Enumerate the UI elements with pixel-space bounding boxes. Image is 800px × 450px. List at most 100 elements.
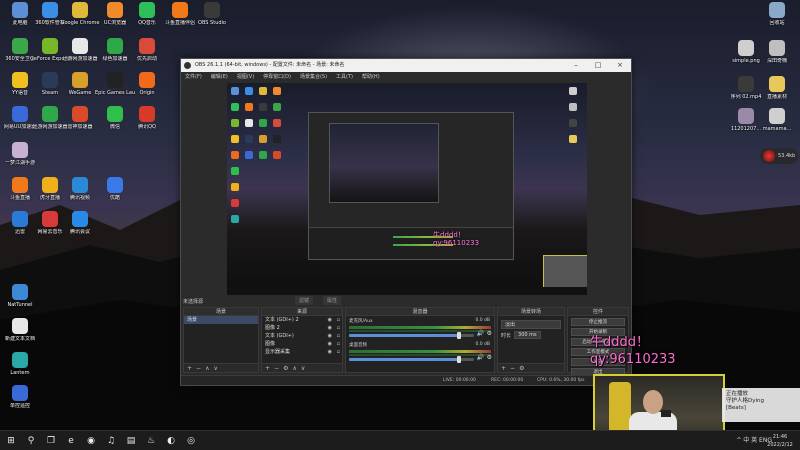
obs-preview-canvas[interactable]: 牛dddd！ qy:96110233	[227, 83, 587, 295]
eye-icon[interactable]: ◉	[328, 324, 332, 332]
menu-docks[interactable]: 停靠窗口(D)	[263, 72, 291, 82]
lock-icon[interactable]: ▫	[337, 332, 340, 340]
obs-window[interactable]: OBS 26.1.1 (64-bit, windows) - 配置文件: 未命名…	[180, 58, 632, 386]
chrome-taskbar-icon[interactable]: ◉	[84, 434, 98, 448]
desktop-icon[interactable]: 深田奇楠	[757, 40, 797, 64]
search-icon[interactable]: ⚲	[24, 434, 38, 448]
desktop-icon[interactable]: 优酷	[95, 177, 135, 201]
desktop-icon[interactable]: 迅游网游加速器	[60, 38, 100, 62]
menu-view[interactable]: 视图(V)	[237, 72, 254, 82]
desktop-icon[interactable]: 直播素材	[757, 76, 797, 100]
desktop-icon[interactable]: 优先启动	[127, 38, 167, 62]
network-speed-widget[interactable]: 53.4kb	[760, 148, 798, 164]
transition-settings-icon[interactable]: ⚙	[519, 365, 528, 372]
lock-icon[interactable]: ▫	[337, 316, 340, 324]
lock-icon[interactable]: ▫	[337, 340, 340, 348]
preview-desktop-icon	[259, 103, 267, 111]
eye-icon[interactable]: ◉	[328, 348, 332, 356]
transition-select[interactable]: 淡出	[501, 320, 561, 329]
menu-help[interactable]: 帮助(H)	[362, 72, 380, 82]
stop-streaming-button[interactable]: 停止推流	[571, 318, 625, 326]
desktop-icon[interactable]: 腾讯视频	[60, 177, 100, 201]
edge-icon[interactable]: e	[64, 434, 78, 448]
duration-input[interactable]: 300 ms	[514, 331, 541, 339]
desktop-icon[interactable]: 新建文本文档	[0, 318, 40, 342]
wechat-taskbar-icon[interactable]: ◐	[164, 434, 178, 448]
desktop-icon[interactable]: 腾讯会议	[60, 211, 100, 235]
desktop-icon[interactable]: 雷神加速器	[60, 106, 100, 130]
desktop-icon[interactable]: 一梦江湖手游	[0, 142, 40, 166]
task-view-icon[interactable]: ❐	[44, 434, 58, 448]
volume-slider[interactable]	[349, 356, 474, 363]
desktop-icon[interactable]: OBS Studio	[192, 2, 232, 26]
move-down-icon[interactable]: ∨	[301, 365, 309, 372]
speaker-icon[interactable]: 🔊	[477, 354, 484, 361]
desktop-icon[interactable]: NatTunnel	[0, 284, 40, 308]
desktop-icon[interactable]: Lantern	[0, 352, 40, 376]
add-source-icon[interactable]: +	[265, 365, 274, 372]
add-transition-icon[interactable]: +	[501, 365, 510, 372]
desktop-icon-label: 新建文本文档	[4, 336, 35, 342]
move-down-icon[interactable]: ∨	[213, 365, 221, 372]
maximize-icon[interactable]: □	[587, 59, 609, 72]
sources-dock: 来源 文本 (GDI+) 2 ◉ ▫ 图像 2 ◉ ▫ 文本 (GDI+) ◉ ▫ 图像 ◉ ▫…	[261, 307, 343, 373]
menu-scene-collection[interactable]: 场景集合(S)	[300, 72, 327, 82]
volume-slider-knob[interactable]	[456, 332, 461, 339]
menu-edit[interactable]: 编辑(E)	[211, 72, 228, 82]
source-item[interactable]: 文本 (GDI+) 2 ◉ ▫	[262, 316, 342, 324]
desktop-icon[interactable]: Google Chrome	[60, 2, 100, 26]
sources-dock-title: 来源	[262, 308, 342, 316]
steam-taskbar-icon[interactable]: ♨	[144, 434, 158, 448]
menu-file[interactable]: 文件(F)	[185, 72, 202, 82]
nested-preview-canvas	[329, 123, 439, 203]
360-manager-icon	[42, 2, 58, 18]
start-icon[interactable]: ⊞	[4, 434, 18, 448]
eye-icon[interactable]: ◉	[328, 316, 332, 324]
lock-icon[interactable]: ▫	[337, 324, 340, 332]
menu-tools[interactable]: 工具(T)	[336, 72, 353, 82]
netease-music-taskbar-icon[interactable]: ♫	[104, 434, 118, 448]
move-up-icon[interactable]: ∧	[292, 365, 300, 372]
source-item[interactable]: 图像 ◉ ▫	[262, 340, 342, 348]
audio-meter	[349, 326, 491, 329]
obs-taskbar-icon[interactable]: ◎	[184, 434, 198, 448]
gear-icon[interactable]: ⚙	[487, 354, 492, 361]
gear-icon[interactable]: ⚙	[487, 330, 492, 337]
close-icon[interactable]: ×	[609, 59, 631, 72]
desktop-icon[interactable]: 回收站	[757, 2, 797, 26]
properties-button[interactable]: 属性	[323, 296, 342, 305]
transition-duration: 时长 300 ms	[501, 331, 561, 339]
minimize-icon[interactable]: –	[565, 59, 587, 72]
source-item[interactable]: 图像 2 ◉ ▫	[262, 324, 342, 332]
qq-icon	[139, 106, 155, 122]
desktop-icon[interactable]: 单控遥控	[0, 385, 40, 409]
desktop-icon[interactable]: mamama...	[757, 108, 797, 132]
preview-desktop-icon	[245, 135, 253, 143]
music-notification[interactable]: 正在播放 守护人格Dying [Beats]	[722, 388, 800, 422]
remove-transition-icon[interactable]: −	[510, 365, 519, 372]
scene-item[interactable]: 场景	[184, 316, 258, 324]
eye-icon[interactable]: ◉	[328, 332, 332, 340]
source-item[interactable]: 文本 (GDI+) ◉ ▫	[262, 332, 342, 340]
desktop-icon[interactable]: WeGame	[60, 72, 100, 96]
nested-dock-area	[309, 227, 513, 259]
speaker-icon[interactable]: 🔊	[477, 330, 484, 337]
explorer-icon[interactable]: ▤	[124, 434, 138, 448]
obs-title-bar[interactable]: OBS 26.1.1 (64-bit, windows) - 配置文件: 未命名…	[181, 59, 631, 72]
obs-menu-bar: 文件(F) 编辑(E) 视图(V) 停靠窗口(D) 场景集合(S) 工具(T) …	[181, 72, 631, 82]
source-item[interactable]: 显示器采集 ◉ ▫	[262, 348, 342, 356]
filters-button[interactable]: 滤镜	[295, 296, 314, 305]
eye-icon[interactable]: ◉	[328, 340, 332, 348]
remove-source-icon[interactable]: −	[274, 365, 283, 372]
volume-slider-knob[interactable]	[456, 356, 461, 363]
remove-scene-icon[interactable]: −	[196, 365, 205, 372]
taskbar: ⊞ ⚲ ❐ e ◉ ♫ ▤ ♨ ◐ ◎ ^ 中 英 ENG 21:46 2022…	[0, 430, 800, 450]
desktop-icon-label: 优先启动	[136, 56, 157, 62]
desktop-icon[interactable]: 腾讯QQ	[127, 106, 167, 130]
desktop-icon[interactable]: Origin	[127, 72, 167, 96]
lock-icon[interactable]: ▫	[337, 348, 340, 356]
volume-slider[interactable]	[349, 332, 474, 339]
add-scene-icon[interactable]: +	[187, 365, 196, 372]
desktop-icon-label: 直播素材	[766, 94, 787, 100]
clock[interactable]: 21:46 2022/2/12	[764, 433, 796, 449]
